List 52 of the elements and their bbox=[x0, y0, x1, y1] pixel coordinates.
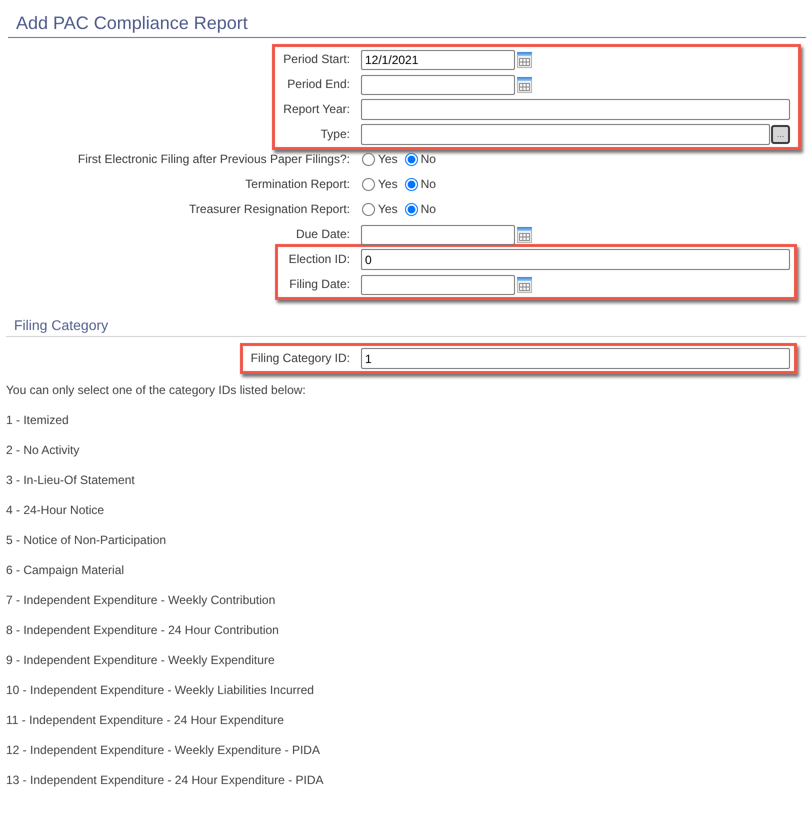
radio-button[interactable] bbox=[362, 203, 375, 216]
category-item: 2 - No Activity bbox=[6, 443, 80, 458]
category-item: 3 - In-Lieu-Of Statement bbox=[6, 473, 135, 488]
field-label: Report Year: bbox=[283, 102, 350, 117]
text-field[interactable]: 0 bbox=[361, 249, 790, 270]
field-label: Termination Report: bbox=[245, 177, 350, 192]
field-label: Election ID: bbox=[288, 252, 350, 267]
field-label: Filing Category ID: bbox=[250, 351, 350, 366]
category-item: 13 - Independent Expenditure - 24 Hour Expenditure - PIDA bbox=[6, 773, 324, 788]
field-label: Treasurer Resignation Report: bbox=[189, 202, 350, 217]
category-item: 10 - Independent Expenditure - Weekly Liabilities Incurred bbox=[6, 683, 314, 698]
radio-label[interactable]: No bbox=[420, 152, 436, 167]
radio-button[interactable] bbox=[362, 153, 375, 166]
radio-label[interactable]: No bbox=[420, 202, 436, 217]
radio-label[interactable]: No bbox=[420, 177, 436, 192]
category-item: 1 - Itemized bbox=[6, 413, 69, 428]
radio-button[interactable] bbox=[404, 153, 418, 166]
category-item: 5 - Notice of Non-Participation bbox=[6, 533, 166, 548]
category-item: 11 - Independent Expenditure - 24 Hour Expenditure bbox=[6, 713, 284, 728]
lookup-field[interactable] bbox=[361, 124, 770, 145]
section-heading: Filing Category bbox=[14, 316, 108, 334]
browse-button[interactable]: ... bbox=[771, 125, 790, 144]
date-field[interactable] bbox=[361, 74, 515, 94]
category-item: 7 - Independent Expenditure - Weekly Contribution bbox=[6, 593, 276, 608]
text-field[interactable] bbox=[361, 99, 790, 120]
text-field[interactable]: 1 bbox=[361, 348, 790, 369]
category-item: 9 - Independent Expenditure - Weekly Expenditure bbox=[6, 653, 275, 668]
category-item: 6 - Campaign Material bbox=[6, 563, 124, 578]
radio-button[interactable] bbox=[404, 178, 418, 191]
field-label: Filing Date: bbox=[289, 277, 350, 292]
calendar-icon[interactable] bbox=[517, 52, 532, 68]
radio-button[interactable] bbox=[362, 178, 375, 191]
category-item: 4 - 24-Hour Notice bbox=[6, 503, 104, 518]
radio-button[interactable] bbox=[404, 203, 418, 216]
radio-label[interactable]: Yes bbox=[378, 152, 398, 167]
field-label: Due Date: bbox=[296, 227, 350, 242]
radio-label[interactable]: Yes bbox=[378, 177, 398, 192]
calendar-icon[interactable] bbox=[517, 276, 532, 292]
date-field[interactable] bbox=[361, 224, 515, 244]
calendar-icon[interactable] bbox=[517, 226, 532, 242]
page-title: Add PAC Compliance Report bbox=[16, 12, 248, 34]
field-label: Period End: bbox=[287, 77, 350, 92]
date-field[interactable]: 12/1/2021 bbox=[361, 50, 515, 70]
calendar-icon[interactable] bbox=[517, 76, 532, 92]
field-label: Period Start: bbox=[283, 52, 350, 67]
field-label: First Electronic Filing after Previous Paper Filings?: bbox=[78, 152, 350, 167]
instruction-text: You can only select one of the category IDs listed below: bbox=[6, 383, 306, 398]
date-field[interactable] bbox=[361, 274, 515, 294]
radio-label[interactable]: Yes bbox=[378, 202, 398, 217]
field-label: Type: bbox=[320, 127, 350, 142]
category-item: 8 - Independent Expenditure - 24 Hour Contribution bbox=[6, 623, 279, 638]
category-item: 12 - Independent Expenditure - Weekly Expenditure - PIDA bbox=[6, 743, 320, 758]
